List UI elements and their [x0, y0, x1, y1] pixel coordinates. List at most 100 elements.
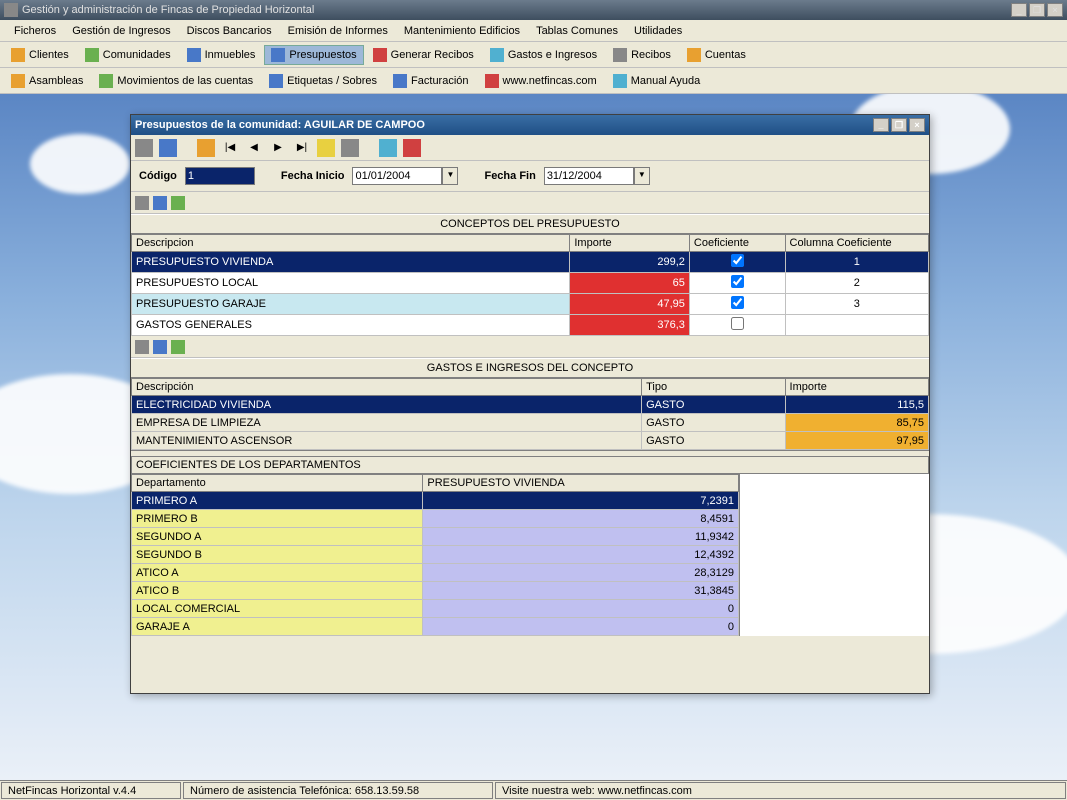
coef-checkbox[interactable]: [731, 254, 744, 267]
tb-icon: [613, 74, 627, 88]
maximize-button[interactable]: ❐: [1029, 3, 1045, 17]
tb-gastos-e-ingresos[interactable]: Gastos e Ingresos: [483, 45, 604, 65]
tb-icon: [99, 74, 113, 88]
edit-icon[interactable]: [197, 139, 215, 157]
tb-recibos[interactable]: Recibos: [606, 45, 678, 65]
add-concepto-icon[interactable]: [135, 196, 149, 210]
table-row[interactable]: GASTOS GENERALES376,3: [132, 315, 929, 336]
delete-icon[interactable]: [403, 139, 421, 157]
app-title: Gestión y administración de Fincas de Pr…: [22, 4, 1011, 16]
tb-label: www.netfincas.com: [503, 75, 597, 87]
last-icon[interactable]: ▶|: [293, 139, 311, 157]
table-row[interactable]: ATICO B31,3845: [132, 582, 739, 600]
new-icon[interactable]: [135, 139, 153, 157]
tb-asambleas[interactable]: Asambleas: [4, 71, 90, 91]
table-row[interactable]: ELECTRICIDAD VIVIENDAGASTO115,5: [132, 396, 929, 414]
table-row[interactable]: EMPRESA DE LIMPIEZAGASTO85,75: [132, 414, 929, 432]
tb-www-netfincas-com[interactable]: www.netfincas.com: [478, 71, 604, 91]
col-header[interactable]: Importe: [785, 379, 928, 396]
tb-facturaci-n[interactable]: Facturación: [386, 71, 475, 91]
tb-clientes[interactable]: Clientes: [4, 45, 76, 65]
table-row[interactable]: PRESUPUESTO LOCAL652: [132, 273, 929, 294]
cell-desc: PRESUPUESTO GARAJE: [132, 294, 570, 315]
coef-checkbox[interactable]: [731, 317, 744, 330]
tb-icon: [11, 48, 25, 62]
coef-checkbox[interactable]: [731, 296, 744, 309]
tb-etiquetas-sobres[interactable]: Etiquetas / Sobres: [262, 71, 384, 91]
add-gasto-icon[interactable]: [135, 340, 149, 354]
refresh-gasto-icon[interactable]: [171, 340, 185, 354]
tb-cuentas[interactable]: Cuentas: [680, 45, 753, 65]
coef-side-panel: [739, 474, 929, 636]
menu-utilidades[interactable]: Utilidades: [626, 23, 690, 39]
tb-generar-recibos[interactable]: Generar Recibos: [366, 45, 481, 65]
copy-gasto-icon[interactable]: [153, 340, 167, 354]
cell-desc: PRESUPUESTO VIVIENDA: [132, 252, 570, 273]
cell-coef: [689, 252, 785, 273]
fecha-fin-dropdown[interactable]: ▼: [634, 167, 650, 185]
inner-maximize-button[interactable]: ❐: [891, 118, 907, 132]
cell-val: 8,4591: [423, 510, 739, 528]
tb-movimientos-de-las-cuentas[interactable]: Movimientos de las cuentas: [92, 71, 260, 91]
table-row[interactable]: LOCAL COMERCIAL0: [132, 600, 739, 618]
table-row[interactable]: ATICO A28,3129: [132, 564, 739, 582]
close-button[interactable]: ×: [1047, 3, 1063, 17]
refresh-concepto-icon[interactable]: [171, 196, 185, 210]
table-row[interactable]: PRIMERO A7,2391: [132, 492, 739, 510]
filter-row: Código Fecha Inicio ▼ Fecha Fin ▼: [131, 161, 929, 192]
minimize-button[interactable]: _: [1011, 3, 1027, 17]
gastos-table[interactable]: DescripciónTipoImporte ELECTRICIDAD VIVI…: [131, 378, 929, 450]
cell-importe: 47,95: [570, 294, 690, 315]
table-row[interactable]: SEGUNDO A11,9342: [132, 528, 739, 546]
cell-importe: 65: [570, 273, 690, 294]
codigo-input[interactable]: [185, 167, 255, 185]
tb-presupuestos[interactable]: Presupuestos: [264, 45, 363, 65]
menu-gestión-de-ingresos[interactable]: Gestión de Ingresos: [64, 23, 178, 39]
gastos-toolbar: [131, 336, 929, 358]
col-header[interactable]: Importe: [570, 235, 690, 252]
print-icon[interactable]: [341, 139, 359, 157]
col-header[interactable]: Departamento: [132, 475, 423, 492]
prev-icon[interactable]: ◀: [245, 139, 263, 157]
col-header[interactable]: Tipo: [642, 379, 785, 396]
coef-checkbox[interactable]: [731, 275, 744, 288]
table-row[interactable]: PRESUPUESTO GARAJE47,953: [132, 294, 929, 315]
save-icon[interactable]: [159, 139, 177, 157]
next-icon[interactable]: ▶: [269, 139, 287, 157]
tb-icon: [269, 74, 283, 88]
fecha-inicio-input[interactable]: [352, 167, 442, 185]
copy-concepto-icon[interactable]: [153, 196, 167, 210]
col-header[interactable]: Descripción: [132, 379, 642, 396]
menu-discos-bancarios[interactable]: Discos Bancarios: [179, 23, 280, 39]
tb-inmuebles[interactable]: Inmuebles: [180, 45, 263, 65]
col-header[interactable]: Descripcion: [132, 235, 570, 252]
col-header[interactable]: Coeficiente: [689, 235, 785, 252]
menu-tablas-comunes[interactable]: Tablas Comunes: [528, 23, 626, 39]
first-icon[interactable]: |◀: [221, 139, 239, 157]
tb-icon: [485, 74, 499, 88]
inner-minimize-button[interactable]: _: [873, 118, 889, 132]
menu-mantenimiento-edificios[interactable]: Mantenimiento Edificios: [396, 23, 528, 39]
coef-table[interactable]: DepartamentoPRESUPUESTO VIVIENDA PRIMERO…: [131, 474, 739, 636]
inner-close-button[interactable]: ×: [909, 118, 925, 132]
table-row[interactable]: PRESUPUESTO VIVIENDA299,21: [132, 252, 929, 273]
search-icon[interactable]: [317, 139, 335, 157]
refresh-icon[interactable]: [379, 139, 397, 157]
tb-label: Asambleas: [29, 75, 83, 87]
menu-ficheros[interactable]: Ficheros: [6, 23, 64, 39]
col-header[interactable]: Columna Coeficiente: [785, 235, 928, 252]
col-header[interactable]: PRESUPUESTO VIVIENDA: [423, 475, 739, 492]
table-row[interactable]: PRIMERO B8,4591: [132, 510, 739, 528]
menu-emisión-de-informes[interactable]: Emisión de Informes: [280, 23, 396, 39]
table-row[interactable]: MANTENIMIENTO ASCENSORGASTO97,95: [132, 432, 929, 450]
fecha-inicio-dropdown[interactable]: ▼: [442, 167, 458, 185]
conceptos-toolbar: [131, 192, 929, 214]
table-row[interactable]: SEGUNDO B12,4392: [132, 546, 739, 564]
conceptos-table[interactable]: DescripcionImporteCoeficienteColumna Coe…: [131, 234, 929, 336]
tb-comunidades[interactable]: Comunidades: [78, 45, 178, 65]
tb-manual-ayuda[interactable]: Manual Ayuda: [606, 71, 708, 91]
cell-col-coef: [785, 315, 928, 336]
table-row[interactable]: GARAJE A0: [132, 618, 739, 636]
cell-importe: 115,5: [785, 396, 928, 414]
fecha-fin-input[interactable]: [544, 167, 634, 185]
